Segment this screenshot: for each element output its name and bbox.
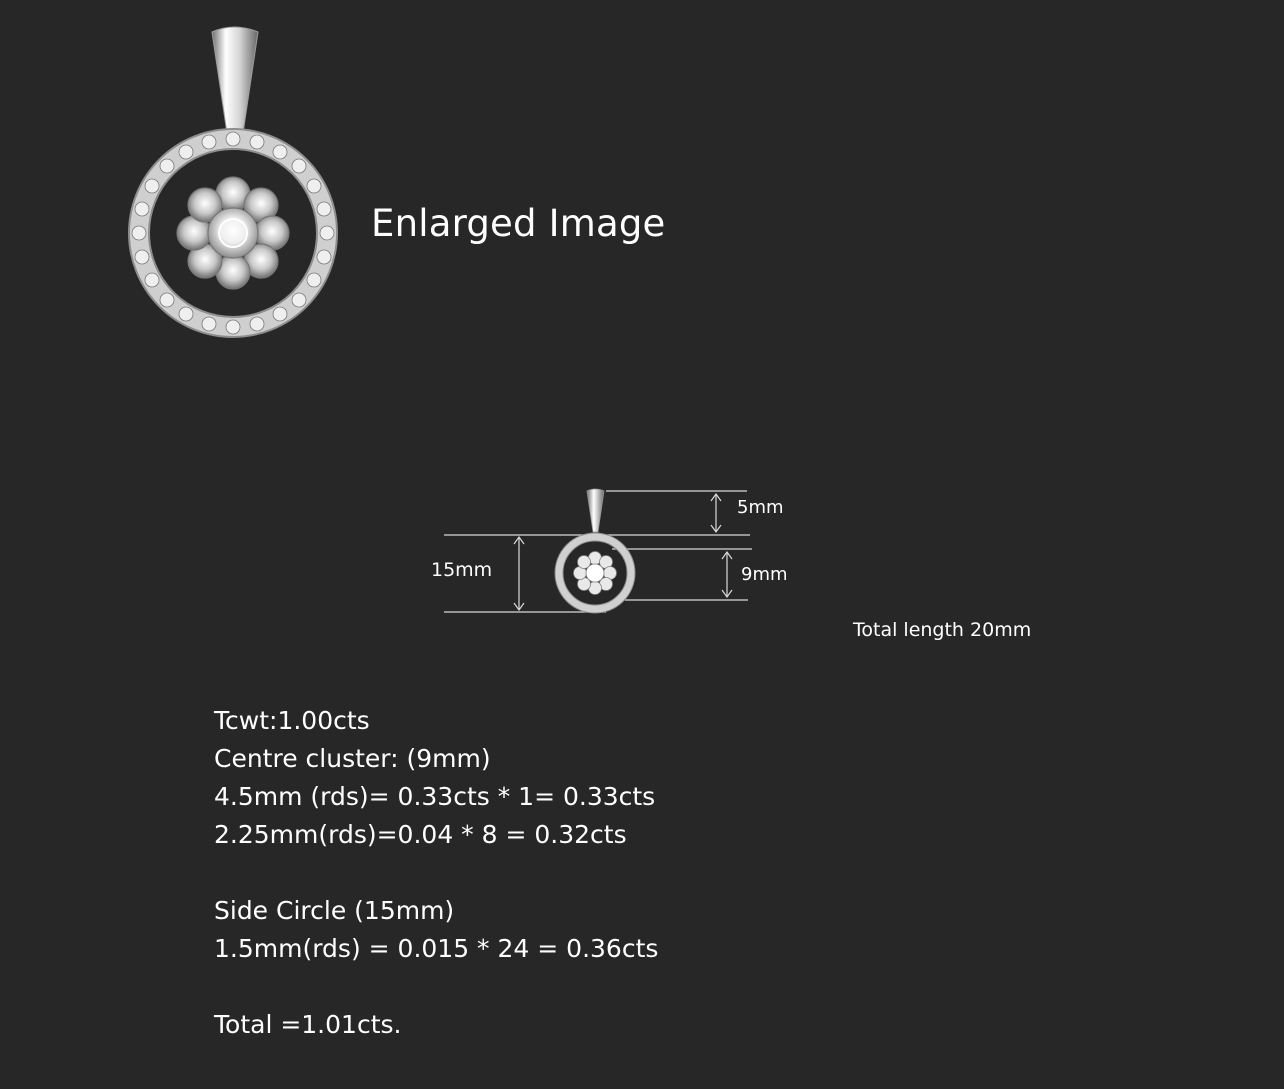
spec-line-cluster-stones: 2.25mm(rds)=0.04 * 8 = 0.32cts	[214, 820, 627, 849]
spec-line-centre-cluster: Centre cluster: (9mm)	[214, 744, 491, 773]
total-length-label: Total length 20mm	[853, 619, 1032, 641]
spec-spacer	[214, 968, 658, 1006]
spec-line-side-circle: Side Circle (15mm)	[214, 896, 455, 925]
dimensioned-pendant-image	[554, 488, 636, 614]
circle-dimension-label: 15mm	[431, 559, 493, 581]
spec-line-center-stone: 4.5mm (rds)= 0.33cts * 1= 0.33cts	[214, 782, 656, 811]
diamond-weight-specifications: Tcwt:1.00cts Centre cluster: (9mm) 4.5mm…	[214, 702, 658, 1044]
spec-line-side-stones: 1.5mm(rds) = 0.015 * 24 = 0.36cts	[214, 934, 659, 963]
small-bail-shape	[586, 488, 605, 533]
spec-spacer	[214, 854, 658, 892]
small-cluster-diamonds	[573, 551, 617, 595]
bail-dimension-label: 5mm	[737, 497, 784, 518]
spec-line-total: Total =1.01cts.	[214, 1010, 402, 1039]
spec-line-total-weight: Tcwt:1.00cts	[214, 706, 370, 735]
cluster-dimension-label: 9mm	[741, 564, 788, 585]
